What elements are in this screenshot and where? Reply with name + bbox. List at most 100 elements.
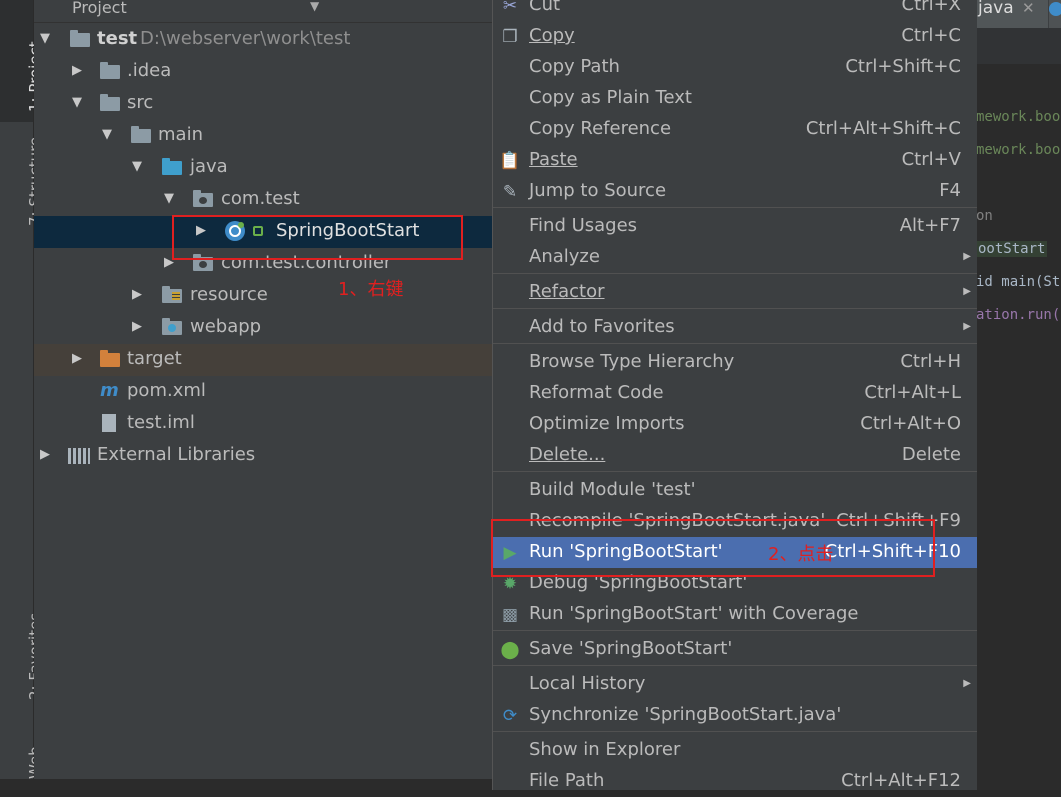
tool-window-strip: 1: Project 7: Structure 2: Favorites Web — [0, 0, 44, 779]
submenu-arrow-icon: ▶ — [963, 286, 971, 297]
coverage-icon: ▩ — [501, 605, 519, 625]
tree-node-main[interactable]: ▼ main — [34, 120, 492, 152]
menu-item-save[interactable]: ⬤ Save 'SpringBootStart' — [493, 634, 977, 665]
project-panel-title: Project — [72, 0, 127, 17]
menu-item-paste[interactable]: 📋 Paste Ctrl+V — [493, 145, 977, 176]
expand-arrow-icon[interactable]: ▶ — [132, 319, 142, 334]
expand-arrow-icon[interactable]: ▶ — [72, 351, 82, 366]
submenu-arrow-icon: ▶ — [963, 251, 971, 262]
menu-item-show-in-explorer[interactable]: Show in Explorer — [493, 735, 977, 766]
menu-item-copy-path[interactable]: Copy Path Ctrl+Shift+C — [493, 52, 977, 83]
module-folder-icon — [70, 30, 90, 47]
annotation-step1: 1、右键 — [338, 279, 404, 300]
code-line: on — [976, 208, 993, 224]
tree-node-external-libraries[interactable]: ▶ External Libraries — [34, 440, 492, 472]
annotation-box-run — [491, 519, 935, 577]
menu-separator — [493, 665, 977, 666]
editor-tab-bar: java ✕ — [976, 0, 1061, 28]
menu-item-refactor[interactable]: Refactor ▶ — [493, 277, 977, 308]
tree-node-label: resource — [190, 284, 268, 305]
menu-separator — [493, 471, 977, 472]
menu-item-browse-type-hierarchy[interactable]: Browse Type Hierarchy Ctrl+H — [493, 347, 977, 378]
menu-item-copy[interactable]: ❐ Copy Ctrl+C — [493, 21, 977, 52]
editor-tab-secondary[interactable] — [1049, 0, 1061, 28]
tree-node-label: .idea — [127, 60, 172, 81]
collapse-arrow-icon[interactable]: ▼ — [132, 159, 142, 174]
menu-item-copy-plain-text[interactable]: Copy as Plain Text — [493, 83, 977, 114]
menu-item-copy-reference[interactable]: Copy Reference Ctrl+Alt+Shift+C — [493, 114, 977, 145]
project-tool-tab[interactable]: 1: Project — [0, 0, 44, 122]
close-tab-icon[interactable]: ✕ — [1022, 0, 1035, 17]
class-icon — [1049, 2, 1061, 16]
expand-arrow-icon[interactable]: ▶ — [40, 447, 50, 462]
maven-icon: m — [100, 380, 119, 401]
tree-node-label: com.test — [221, 188, 300, 209]
tree-node-resource[interactable]: ▶ resource — [34, 280, 492, 312]
tree-node-idea[interactable]: ▶ .idea — [34, 56, 492, 88]
menu-separator — [493, 630, 977, 631]
menu-item-build-module[interactable]: Build Module 'test' — [493, 475, 977, 506]
menu-item-jump-to-source[interactable]: ✎ Jump to Source F4 — [493, 176, 977, 207]
folder-icon — [131, 126, 151, 143]
tree-node-java[interactable]: ▼ java — [34, 152, 492, 184]
menu-separator — [493, 731, 977, 732]
library-icon — [68, 448, 90, 464]
tree-node-webapp[interactable]: ▶ webapp — [34, 312, 492, 344]
menu-item-analyze[interactable]: Analyze ▶ — [493, 242, 977, 273]
menu-item-run-with-coverage[interactable]: ▩ Run 'SpringBootStart' with Coverage — [493, 599, 977, 630]
edit-pencil-icon: ✎ — [502, 182, 518, 202]
collapse-arrow-icon[interactable]: ▼ — [72, 95, 82, 110]
sync-icon: ⟳ — [502, 706, 518, 726]
menu-item-delete[interactable]: Delete... Delete — [493, 440, 977, 471]
tree-node-label: src — [127, 92, 154, 113]
copy-icon: ❐ — [502, 27, 518, 47]
collapse-arrow-icon[interactable]: ▼ — [102, 127, 112, 142]
annotation-box-right-click — [172, 215, 463, 260]
expand-arrow-icon[interactable]: ▶ — [72, 63, 82, 78]
tree-node-label: test.iml — [127, 412, 195, 433]
spring-save-icon: ⬤ — [500, 640, 520, 660]
submenu-arrow-icon: ▶ — [963, 321, 971, 332]
tree-node-label: main — [158, 124, 203, 145]
scissors-icon: ✂ — [502, 0, 518, 16]
menu-item-local-history[interactable]: Local History ▶ — [493, 669, 977, 700]
code-line: id main(St — [976, 274, 1061, 290]
menu-item-synchronize[interactable]: ⟳ Synchronize 'SpringBootStart.java' — [493, 700, 977, 731]
menu-separator — [493, 273, 977, 274]
menu-separator — [493, 207, 977, 208]
menu-item-add-to-favorites[interactable]: Add to Favorites ▶ — [493, 312, 977, 343]
editor-tab[interactable]: java ✕ — [976, 0, 1048, 28]
folder-icon — [100, 94, 120, 111]
menu-item-file-path[interactable]: File Path Ctrl+Alt+F12 — [493, 766, 977, 797]
context-menu: ✂ Cut Ctrl+X ❐ Copy Ctrl+C Copy Path Ctr… — [492, 0, 977, 791]
resource-folder-icon — [162, 286, 182, 303]
tree-node-test-iml[interactable]: test.iml — [34, 408, 492, 440]
project-panel: Project ▼ ▼ test D:\webserver\work\test … — [34, 0, 492, 779]
tree-node-path: D:\webserver\work\test — [140, 28, 351, 49]
tree-node-src[interactable]: ▼ src — [34, 88, 492, 120]
tree-node-com-test[interactable]: ▼ com.test — [34, 184, 492, 216]
editor-tab-label: java — [978, 0, 1014, 18]
expand-arrow-icon[interactable]: ▶ — [132, 287, 142, 302]
view-dropdown-icon[interactable]: ▼ — [310, 0, 319, 13]
collapse-arrow-icon[interactable]: ▼ — [40, 31, 50, 46]
editor-area: java ✕ mework.boo mework.boo on ootStart… — [976, 0, 1061, 779]
folder-icon — [100, 62, 120, 79]
tree-node-pom[interactable]: m pom.xml — [34, 376, 492, 408]
tree-node-test[interactable]: ▼ test D:\webserver\work\test — [34, 24, 492, 56]
web-folder-icon — [162, 318, 182, 335]
menu-item-optimize-imports[interactable]: Optimize Imports Ctrl+Alt+O — [493, 409, 977, 440]
code-line: mework.boo — [976, 109, 1061, 125]
tree-node-label: java — [190, 156, 228, 177]
collapse-arrow-icon[interactable]: ▼ — [164, 191, 174, 206]
project-panel-header: Project ▼ — [34, 0, 492, 23]
menu-item-cut[interactable]: ✂ Cut Ctrl+X — [493, 0, 977, 21]
tree-node-label: External Libraries — [97, 444, 256, 465]
tree-node-label: webapp — [190, 316, 262, 337]
menu-item-find-usages[interactable]: Find Usages Alt+F7 — [493, 211, 977, 242]
clipboard-icon: 📋 — [499, 151, 521, 171]
code-line: mework.boo — [976, 142, 1061, 158]
submenu-arrow-icon: ▶ — [963, 678, 971, 689]
menu-item-reformat-code[interactable]: Reformat Code Ctrl+Alt+L — [493, 378, 977, 409]
tree-node-target[interactable]: ▶ target — [34, 344, 492, 376]
